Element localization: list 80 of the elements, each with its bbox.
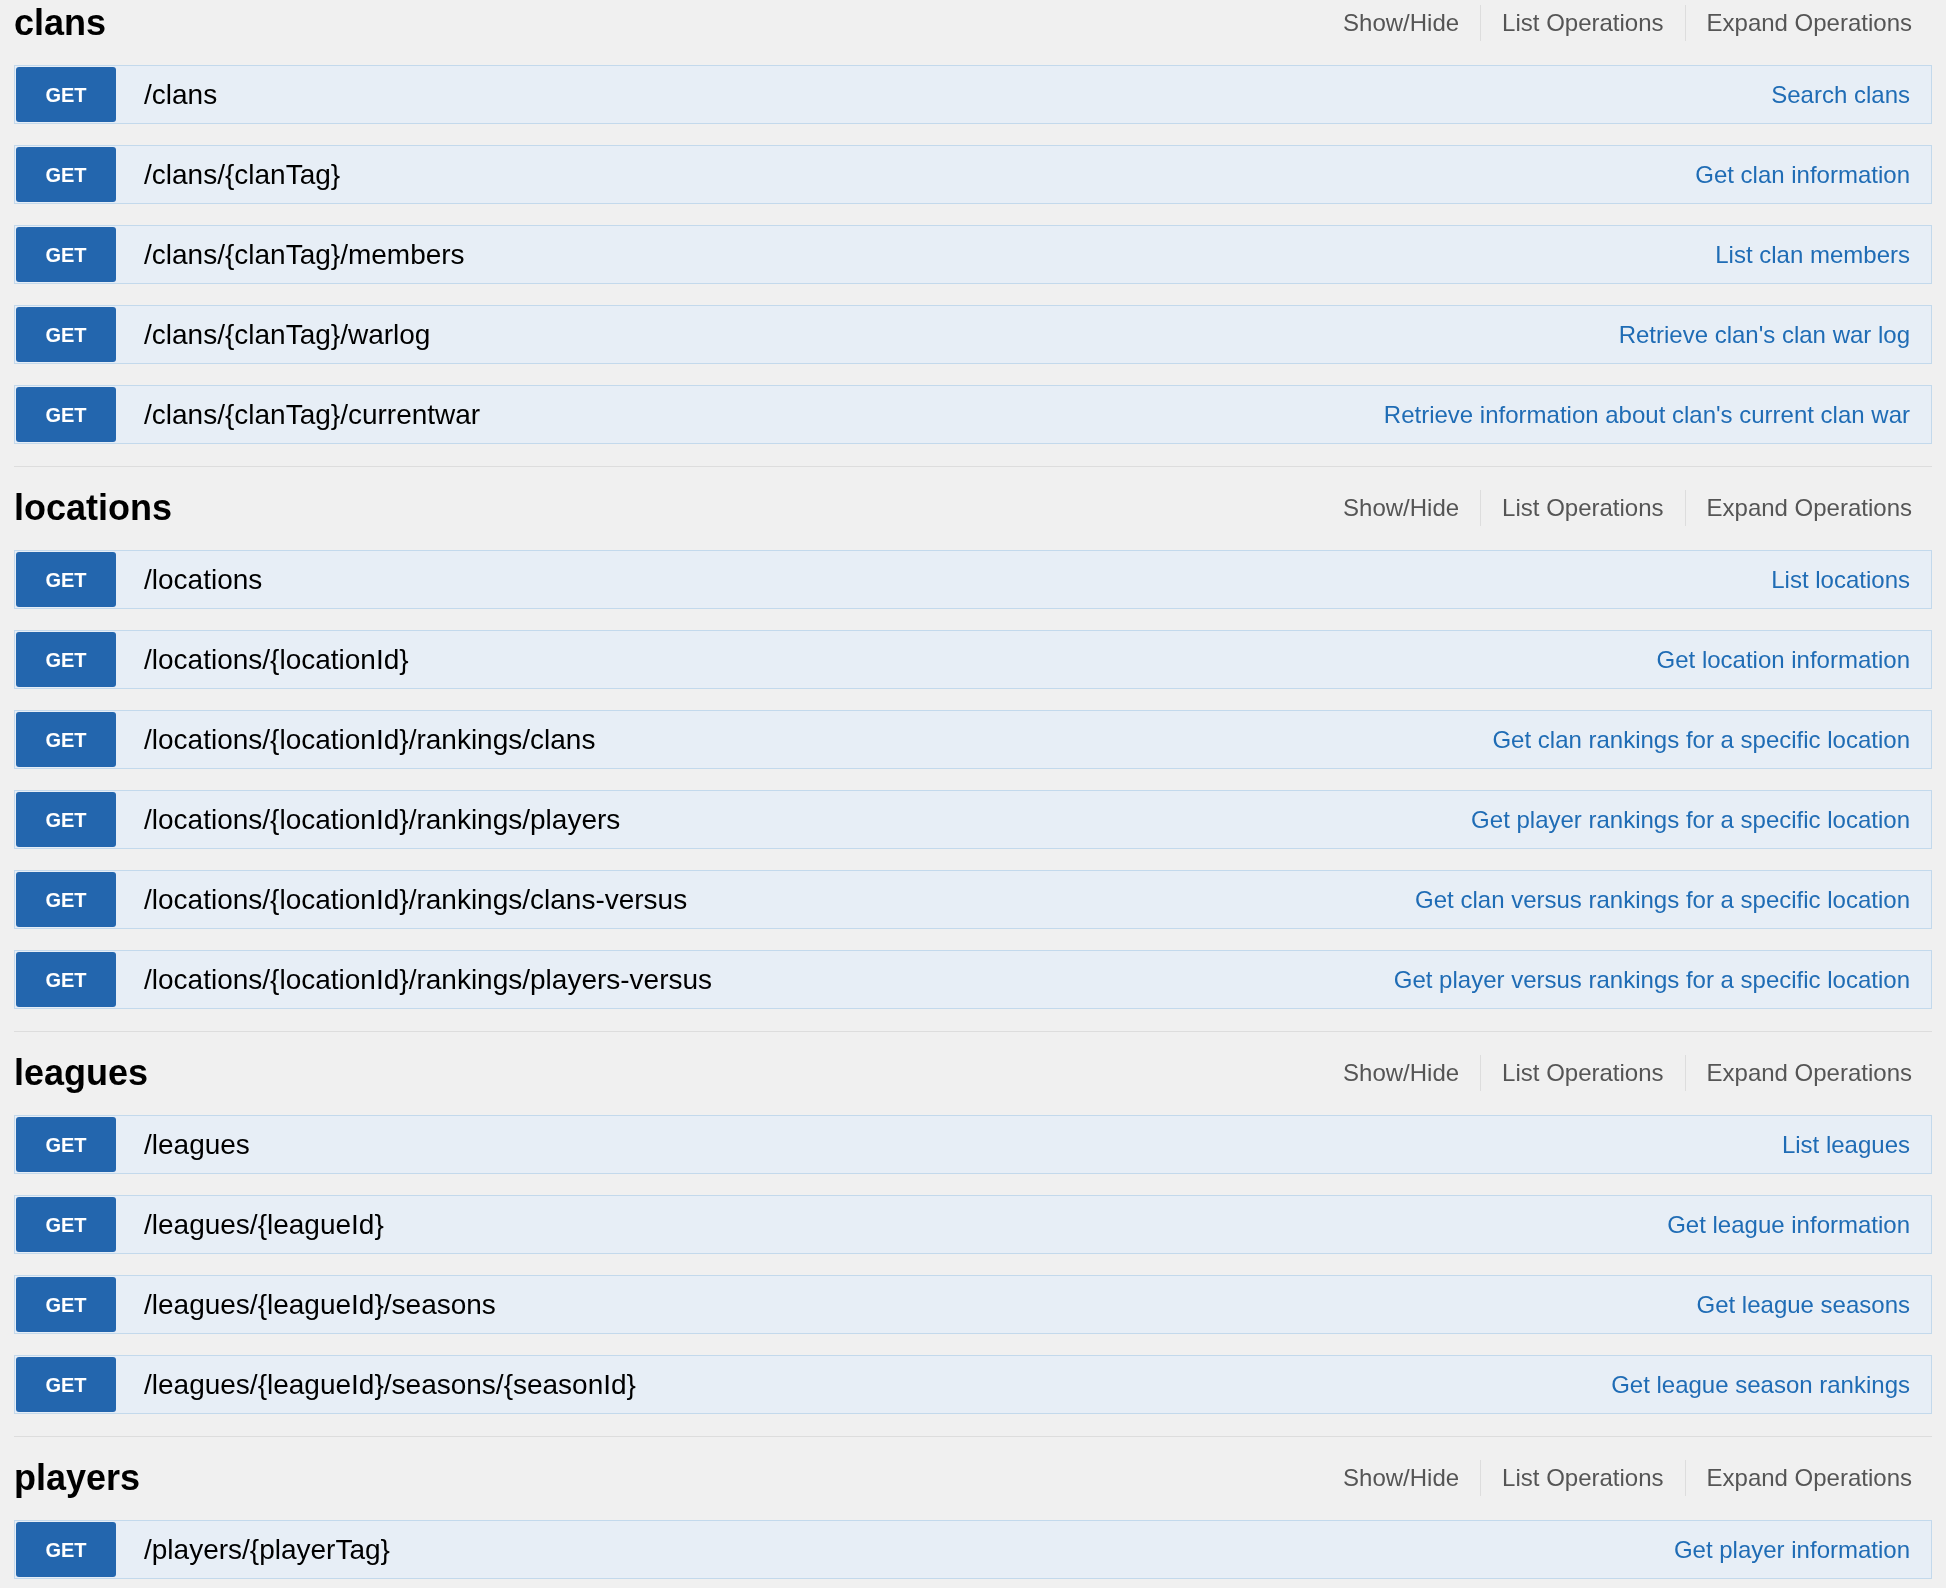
operation-row[interactable]: GET /clans/{clanTag} Get clan information xyxy=(14,145,1932,204)
endpoint-summary[interactable]: Get location information xyxy=(1656,641,1930,678)
header-link[interactable]: List Operations xyxy=(1480,1459,1685,1496)
operation-row[interactable]: GET /players/{playerTag} Get player information xyxy=(14,1520,1932,1579)
endpoint-summary[interactable]: Get league information xyxy=(1667,1206,1930,1243)
method-badge: GET xyxy=(16,1522,116,1577)
operation-row[interactable]: GET /leagues/{leagueId} Get league information xyxy=(14,1195,1932,1254)
header-link[interactable]: List Operations xyxy=(1480,1054,1685,1091)
endpoint-path[interactable]: /leagues/{leagueId}/seasons xyxy=(144,1283,496,1326)
method-badge: GET xyxy=(16,1357,116,1412)
endpoint-path[interactable]: /players/{playerTag} xyxy=(144,1528,390,1571)
header-link[interactable]: Expand Operations xyxy=(1684,489,1912,526)
header-link[interactable]: Show/Hide xyxy=(1322,489,1481,526)
endpoint-path[interactable]: /clans/{clanTag} xyxy=(144,153,341,196)
method-badge: GET xyxy=(16,67,116,122)
section-title[interactable]: players xyxy=(14,1459,141,1496)
endpoint-summary[interactable]: Get player rankings for a specific location xyxy=(1471,801,1930,838)
method-badge: GET xyxy=(16,792,116,847)
method-badge: GET xyxy=(16,307,116,362)
endpoint-summary[interactable]: List locations xyxy=(1771,561,1930,598)
endpoint-path[interactable]: /locations/{locationId}/rankings/players-versus xyxy=(144,958,713,1001)
endpoint-summary[interactable]: List leagues xyxy=(1781,1126,1930,1163)
endpoint-summary[interactable]: Search clans xyxy=(1771,76,1930,113)
operation-row[interactable]: GET /leagues/{leagueId}/seasons/{seasonId} Get league season rankings xyxy=(14,1355,1932,1414)
operation-row[interactable]: GET /locations/{locationId}/rankings/players-versus Get player versus rankings for a specific location xyxy=(14,950,1932,1009)
endpoint-path[interactable]: /clans/{clanTag}/warlog xyxy=(144,313,431,356)
method-badge: GET xyxy=(16,1277,116,1332)
endpoint-path[interactable]: /locations/{locationId} xyxy=(144,638,409,681)
endpoint-path[interactable]: /locations/{locationId}/rankings/clans-versus xyxy=(144,878,688,921)
header-link[interactable]: Show/Hide xyxy=(1322,4,1481,41)
endpoint-path[interactable]: /leagues/{leagueId}/seasons/{seasonId} xyxy=(144,1363,636,1406)
header-link[interactable]: List Operations xyxy=(1480,4,1685,41)
method-badge: GET xyxy=(16,1197,116,1252)
header-link[interactable]: List Operations xyxy=(1480,489,1685,526)
method-badge: GET xyxy=(16,227,116,282)
endpoint-path[interactable]: /locations xyxy=(144,558,263,601)
endpoint-summary[interactable]: Get clan rankings for a specific location xyxy=(1492,721,1930,758)
header-link[interactable]: Expand Operations xyxy=(1684,4,1912,41)
endpoint-summary[interactable]: Get league seasons xyxy=(1696,1286,1930,1323)
operation-row[interactable]: GET /locations/{locationId} Get location information xyxy=(14,630,1932,689)
endpoint-summary[interactable]: Get league season rankings xyxy=(1611,1366,1930,1403)
method-badge: GET xyxy=(16,712,116,767)
endpoint-path[interactable]: /clans xyxy=(144,73,218,116)
operation-row[interactable]: GET /clans/{clanTag}/warlog Retrieve clan's clan war log xyxy=(14,305,1932,364)
endpoint-summary[interactable]: Retrieve clan's clan war log xyxy=(1618,316,1930,353)
method-badge: GET xyxy=(16,552,116,607)
method-badge: GET xyxy=(16,872,116,927)
operation-row[interactable]: GET /leagues/{leagueId}/seasons Get league seasons xyxy=(14,1275,1932,1334)
endpoint-summary[interactable]: Get clan information xyxy=(1695,156,1930,193)
endpoint-path[interactable]: /locations/{locationId}/rankings/clans xyxy=(144,718,596,761)
section-title[interactable]: leagues xyxy=(14,1054,149,1091)
operation-row[interactable]: GET /locations/{locationId}/rankings/clans-versus Get clan versus rankings for a specific location xyxy=(14,870,1932,929)
endpoint-summary[interactable]: Get player versus rankings for a specific location xyxy=(1393,961,1930,998)
endpoint-path[interactable]: /locations/{locationId}/rankings/players xyxy=(144,798,621,841)
endpoint-path[interactable]: /leagues xyxy=(144,1123,250,1166)
endpoint-summary[interactable]: Get player information xyxy=(1673,1531,1930,1568)
endpoint-summary[interactable]: List clan members xyxy=(1715,236,1930,273)
operation-row[interactable]: GET /clans/{clanTag}/currentwar Retrieve information about clan's current clan war xyxy=(14,385,1932,444)
header-link[interactable]: Expand Operations xyxy=(1684,1459,1912,1496)
operation-row[interactable]: GET /locations/{locationId}/rankings/players Get player rankings for a specific location xyxy=(14,790,1932,849)
endpoint-path[interactable]: /clans/{clanTag}/currentwar xyxy=(144,393,481,436)
endpoint-path[interactable]: /leagues/{leagueId} xyxy=(144,1203,384,1246)
section-title[interactable]: clans xyxy=(14,4,107,41)
operation-row[interactable]: GET /clans Search clans xyxy=(14,65,1932,124)
method-badge: GET xyxy=(16,387,116,442)
operation-row[interactable]: GET /clans/{clanTag}/members List clan members xyxy=(14,225,1932,284)
method-badge: GET xyxy=(16,147,116,202)
method-badge: GET xyxy=(16,1117,116,1172)
operation-row[interactable]: GET /leagues List leagues xyxy=(14,1115,1932,1174)
operation-row[interactable]: GET /locations List locations xyxy=(14,550,1932,609)
method-badge: GET xyxy=(16,952,116,1007)
method-badge: GET xyxy=(16,632,116,687)
endpoint-summary[interactable]: Get clan versus rankings for a specific location xyxy=(1415,881,1930,918)
operation-row[interactable]: GET /locations/{locationId}/rankings/clans Get clan rankings for a specific location xyxy=(14,710,1932,769)
endpoint-path[interactable]: /clans/{clanTag}/members xyxy=(144,233,465,276)
section-title[interactable]: locations xyxy=(14,489,173,526)
endpoint-summary[interactable]: Retrieve information about clan's current clan war xyxy=(1383,396,1930,433)
header-link[interactable]: Expand Operations xyxy=(1684,1054,1912,1091)
header-link[interactable]: Show/Hide xyxy=(1322,1054,1481,1091)
header-link[interactable]: Show/Hide xyxy=(1322,1459,1481,1496)
